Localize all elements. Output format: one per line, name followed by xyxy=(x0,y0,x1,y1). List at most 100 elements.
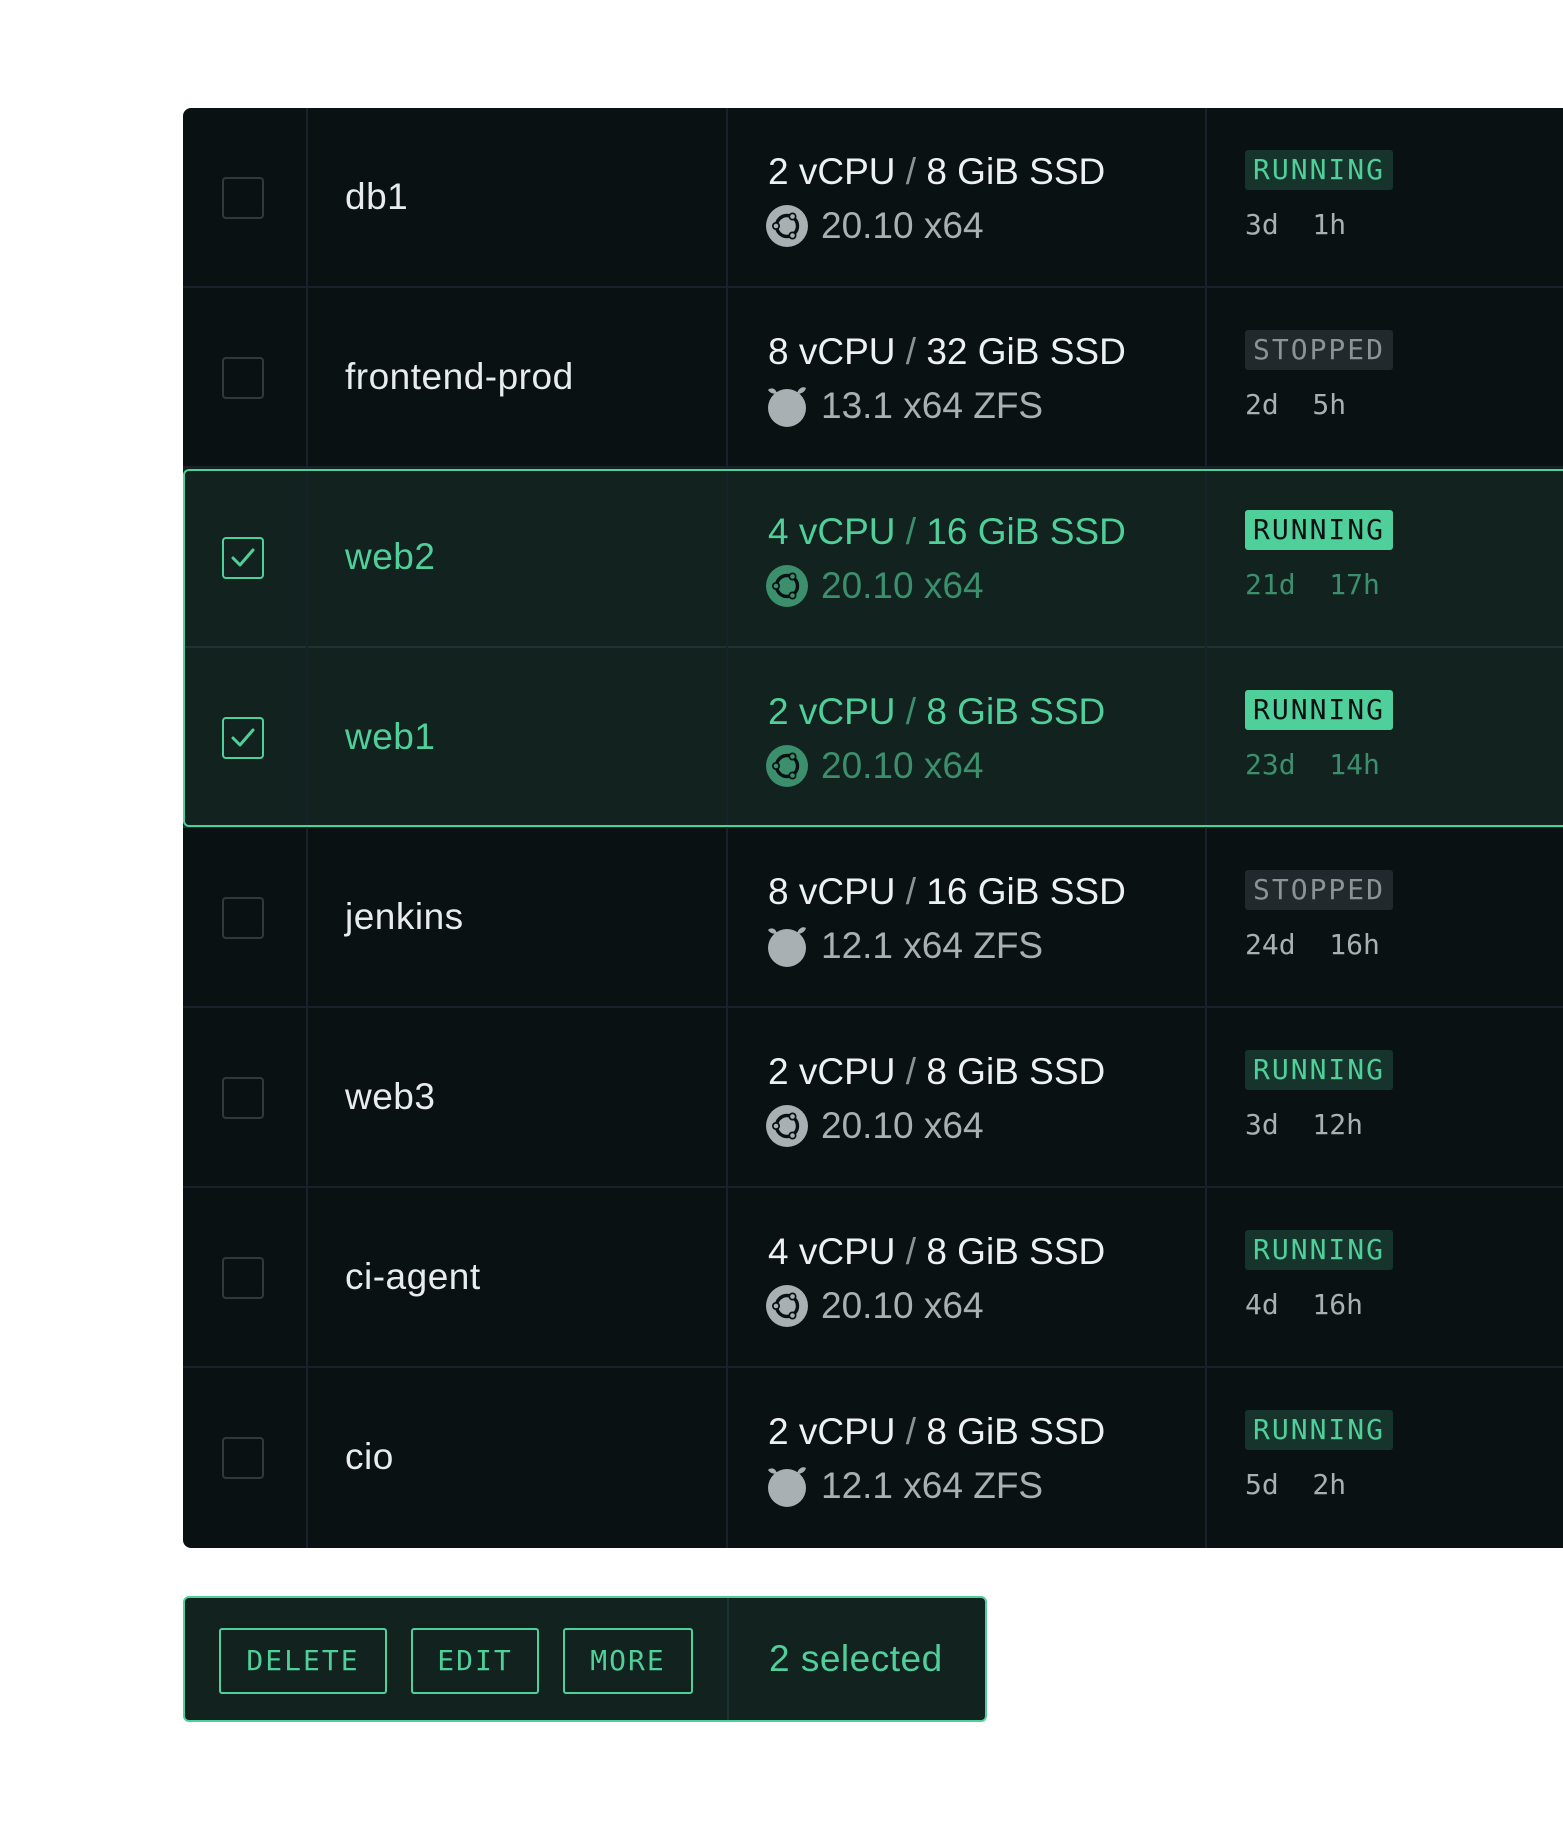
instance-spec: 8 vCPU / 16 GiB SSD xyxy=(768,870,1126,914)
spec-separator: / xyxy=(895,1411,927,1452)
row-checkbox[interactable] xyxy=(222,357,264,399)
uptime: 3d 12h xyxy=(1245,1108,1364,1141)
more-button[interactable]: MORE xyxy=(563,1628,693,1694)
os-version: 20.10 x64 xyxy=(821,1285,984,1326)
cpu-spec: 4 vCPU xyxy=(768,511,896,552)
os-info: 20.10 x64 xyxy=(765,203,984,249)
table-row[interactable]: web2 4 vCPU / 16 GiB SSD 20.10 x64 RUNNING 2… xyxy=(183,468,1563,648)
os-info: 20.10 x64 xyxy=(765,1103,984,1149)
spec-separator: / xyxy=(895,1231,927,1272)
instance-name: frontend-prod xyxy=(345,356,574,397)
uptime: 2d 5h xyxy=(1245,388,1347,421)
cpu-spec: 4 vCPU xyxy=(768,1231,896,1272)
instance-spec: 2 vCPU / 8 GiB SSD xyxy=(768,690,1105,734)
freebsd-icon xyxy=(765,384,809,428)
spec-separator: / xyxy=(895,1051,927,1092)
cpu-spec: 2 vCPU xyxy=(768,151,896,192)
uptime: 4d 16h xyxy=(1245,1288,1364,1321)
row-checkbox[interactable] xyxy=(222,1257,264,1299)
instance-name: db1 xyxy=(345,176,409,217)
instance-name: cio xyxy=(345,1436,394,1477)
disk-spec: 8 GiB SSD xyxy=(926,151,1106,192)
cpu-spec: 2 vCPU xyxy=(768,1051,896,1092)
spec-separator: / xyxy=(895,151,927,192)
instance-spec: 2 vCPU / 8 GiB SSD xyxy=(768,1050,1105,1094)
os-info: 20.10 x64 xyxy=(765,743,984,789)
status-badge: RUNNING xyxy=(1245,510,1394,550)
ubuntu-icon xyxy=(765,564,809,608)
ubuntu-icon xyxy=(765,744,809,788)
row-checkbox[interactable] xyxy=(222,1437,264,1479)
cpu-spec: 2 vCPU xyxy=(768,1411,896,1452)
instance-spec: 8 vCPU / 32 GiB SSD xyxy=(768,330,1126,374)
table-row[interactable]: web3 2 vCPU / 8 GiB SSD 20.10 x64 RUNNING 3d… xyxy=(183,1008,1563,1188)
selected-count: 2 selected xyxy=(769,1638,943,1679)
action-bar-divider xyxy=(727,1598,729,1720)
os-version: 12.1 x64 ZFS xyxy=(821,925,1044,966)
instance-name: web1 xyxy=(345,716,436,757)
uptime: 3d 1h xyxy=(1245,208,1347,241)
table-row[interactable]: db1 2 vCPU / 8 GiB SSD 20.10 x64 RUNNING 3d … xyxy=(183,108,1563,288)
os-info: 12.1 x64 ZFS xyxy=(765,1463,1043,1509)
ubuntu-icon xyxy=(765,1104,809,1148)
cpu-spec: 2 vCPU xyxy=(768,691,896,732)
column-divider xyxy=(306,108,308,1548)
disk-spec: 8 GiB SSD xyxy=(926,1411,1106,1452)
uptime: 5d 2h xyxy=(1245,1468,1347,1501)
ubuntu-icon xyxy=(765,204,809,248)
row-checkbox[interactable] xyxy=(222,1077,264,1119)
row-checkbox[interactable] xyxy=(222,897,264,939)
spec-separator: / xyxy=(895,511,927,552)
table-row[interactable]: web1 2 vCPU / 8 GiB SSD 20.10 x64 RUNNING 23… xyxy=(183,648,1563,828)
disk-spec: 16 GiB SSD xyxy=(926,511,1126,552)
disk-spec: 8 GiB SSD xyxy=(926,691,1106,732)
instance-name: ci-agent xyxy=(345,1256,481,1297)
os-version: 20.10 x64 xyxy=(821,565,984,606)
instance-spec: 4 vCPU / 16 GiB SSD xyxy=(768,510,1126,554)
edit-button[interactable]: EDIT xyxy=(411,1628,539,1694)
row-checkbox[interactable] xyxy=(222,177,264,219)
table-row[interactable]: frontend-prod 8 vCPU / 32 GiB SSD 13.1 x64… xyxy=(183,288,1563,468)
status-badge: RUNNING xyxy=(1245,1050,1394,1090)
status-badge: STOPPED xyxy=(1245,330,1394,370)
status-badge: STOPPED xyxy=(1245,870,1394,910)
instance-name: jenkins xyxy=(345,896,464,937)
os-version: 12.1 x64 ZFS xyxy=(821,1465,1044,1506)
freebsd-icon xyxy=(765,924,809,968)
table-row[interactable]: jenkins 8 vCPU / 16 GiB SSD 12.1 x64 ZFS ST… xyxy=(183,828,1563,1008)
uptime: 23d 14h xyxy=(1245,748,1380,781)
os-info: 20.10 x64 xyxy=(765,1283,984,1329)
instance-name: web3 xyxy=(345,1076,436,1117)
os-info: 13.1 x64 ZFS xyxy=(765,383,1043,429)
os-info: 12.1 x64 ZFS xyxy=(765,923,1043,969)
status-badge: RUNNING xyxy=(1245,1230,1394,1270)
disk-spec: 8 GiB SSD xyxy=(926,1231,1106,1272)
bulk-action-bar: DELETE EDIT MORE 2 selected xyxy=(183,1596,987,1722)
column-divider xyxy=(726,108,728,1548)
instance-spec: 4 vCPU / 8 GiB SSD xyxy=(768,1230,1105,1274)
disk-spec: 16 GiB SSD xyxy=(926,871,1126,912)
table-row[interactable]: cio 2 vCPU / 8 GiB SSD 12.1 x64 ZFS RUNNING… xyxy=(183,1368,1563,1548)
row-checkbox[interactable] xyxy=(222,717,264,759)
os-version: 20.10 x64 xyxy=(821,1105,984,1146)
cpu-spec: 8 vCPU xyxy=(768,331,896,372)
uptime: 21d 17h xyxy=(1245,568,1380,601)
delete-button[interactable]: DELETE xyxy=(219,1628,387,1694)
table-row[interactable]: ci-agent 4 vCPU / 8 GiB SSD 20.10 x64 RUNNI… xyxy=(183,1188,1563,1368)
instances-table: db1 2 vCPU / 8 GiB SSD 20.10 x64 RUNNING 3d … xyxy=(183,108,1563,1548)
os-version: 20.10 x64 xyxy=(821,205,984,246)
spec-separator: / xyxy=(895,331,927,372)
row-checkbox[interactable] xyxy=(222,537,264,579)
instance-spec: 2 vCPU / 8 GiB SSD xyxy=(768,150,1105,194)
disk-spec: 8 GiB SSD xyxy=(926,1051,1106,1092)
os-version: 13.1 x64 ZFS xyxy=(821,385,1044,426)
status-badge: RUNNING xyxy=(1245,150,1394,190)
cpu-spec: 8 vCPU xyxy=(768,871,896,912)
os-info: 20.10 x64 xyxy=(765,563,984,609)
instance-spec: 2 vCPU / 8 GiB SSD xyxy=(768,1410,1105,1454)
uptime: 24d 16h xyxy=(1245,928,1380,961)
column-divider xyxy=(1205,108,1207,1548)
freebsd-icon xyxy=(765,1464,809,1508)
disk-spec: 32 GiB SSD xyxy=(926,331,1126,372)
status-badge: RUNNING xyxy=(1245,1410,1394,1450)
